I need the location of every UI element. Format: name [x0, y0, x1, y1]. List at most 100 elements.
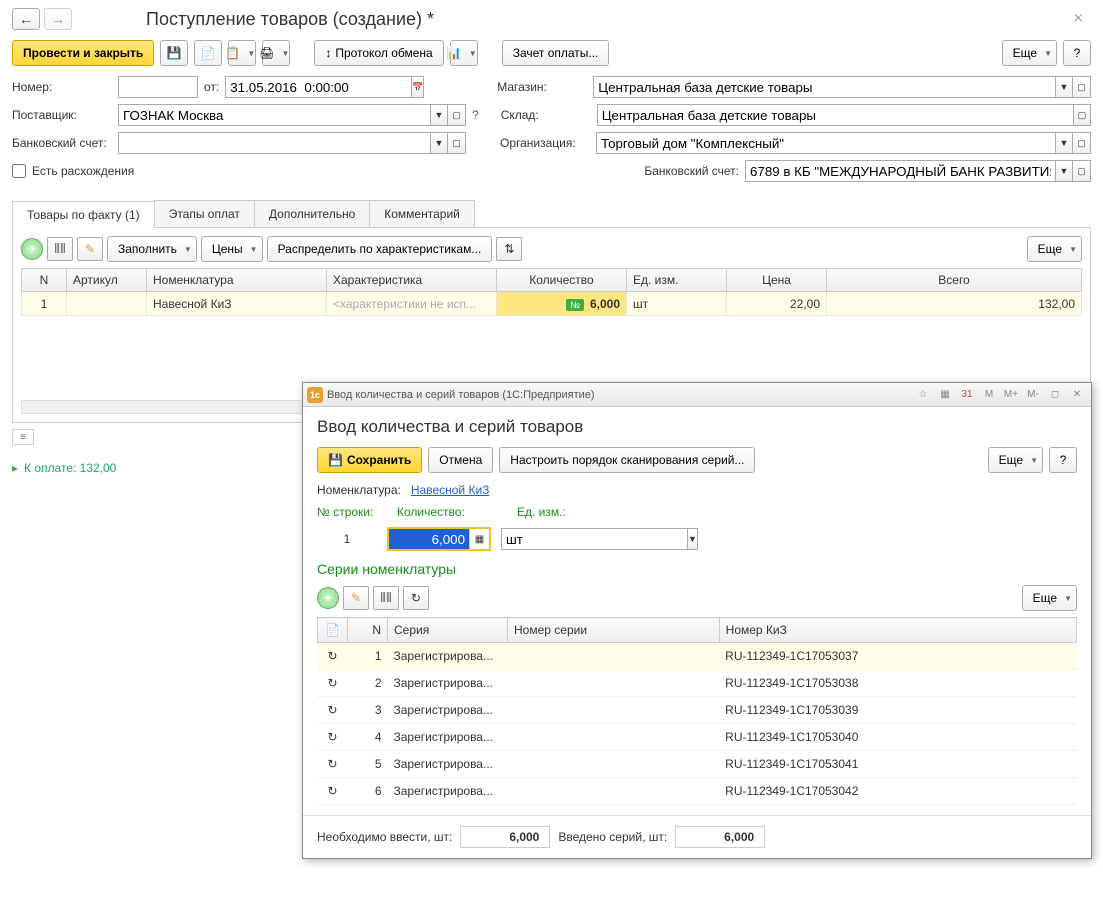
open-icon[interactable]: ▢: [1073, 104, 1091, 126]
store-input[interactable]: [593, 76, 1055, 98]
dialog-title: Ввод количества и серий товаров: [317, 417, 1077, 437]
nav-forward-button[interactable]: →: [44, 8, 72, 30]
supplier-help-icon[interactable]: ?: [472, 108, 479, 122]
status-col-icon[interactable]: 📄: [318, 618, 348, 643]
series-dialog: 1c Ввод количества и серий товаров (1С:П…: [302, 382, 1092, 859]
open-icon[interactable]: ▢: [1073, 132, 1091, 154]
calculator-icon[interactable]: ▦: [469, 529, 489, 549]
quantity-label: Количество:: [397, 505, 507, 519]
series-row[interactable]: ↻ 2 Зарегистрирова... RU-112349-1C170530…: [318, 670, 1077, 697]
series-row[interactable]: ↻ 1 Зарегистрирова... RU-112349-1C170530…: [318, 643, 1077, 670]
add-row-button[interactable]: +: [21, 238, 43, 260]
payment-offset-button[interactable]: Зачет оплаты...: [502, 40, 610, 66]
maximize-icon[interactable]: ◻: [1045, 386, 1065, 404]
sort-icon[interactable]: ⇅: [496, 237, 522, 261]
dialog-help-icon[interactable]: ?: [1049, 447, 1077, 473]
dialog-cancel-button[interactable]: Отмена: [428, 447, 493, 473]
entered-label: Введено серий, шт:: [558, 830, 667, 844]
help-icon[interactable]: ?: [1063, 40, 1091, 66]
series-section-header: Серии номенклатуры: [317, 561, 1077, 577]
nav-back-button[interactable]: ←: [12, 8, 40, 30]
org-label: Организация:: [500, 136, 590, 150]
expand-icon[interactable]: ▸: [12, 461, 18, 475]
warehouse-input[interactable]: [597, 104, 1073, 126]
row-status-icon: ↻: [318, 697, 348, 724]
tab-extra[interactable]: Дополнительно: [254, 200, 370, 227]
date-input[interactable]: [225, 76, 411, 98]
warehouse-label: Склад:: [501, 108, 591, 122]
app-logo-icon: 1c: [307, 387, 323, 403]
dropdown-icon[interactable]: ▼: [430, 132, 448, 154]
dialog-more-button[interactable]: Еще▼: [988, 447, 1043, 473]
report-icon[interactable]: 📊▼: [450, 40, 478, 66]
dropdown-icon[interactable]: ▼: [1055, 132, 1073, 154]
number-input[interactable]: [118, 76, 198, 98]
calendar-icon[interactable]: 31: [957, 386, 977, 404]
mem-m-icon[interactable]: M: [979, 386, 999, 404]
bank-input[interactable]: [118, 132, 430, 154]
series-edit-icon[interactable]: ✎: [343, 586, 369, 610]
open-icon[interactable]: ▢: [448, 132, 466, 154]
calc-icon[interactable]: ▦: [935, 386, 955, 404]
series-barcode-icon[interactable]: ⦀⦀: [373, 586, 399, 610]
row-number-value: 1: [317, 532, 377, 546]
goods-more-button[interactable]: Еще▼: [1027, 236, 1082, 262]
entered-value: 6,000: [675, 826, 765, 848]
favorite-icon[interactable]: ☆: [913, 386, 933, 404]
nomenclature-label: Номенклатура:: [317, 483, 401, 497]
create-based-icon[interactable]: 📋▼: [228, 40, 256, 66]
need-label: Необходимо ввести, шт:: [317, 830, 452, 844]
org-input[interactable]: [596, 132, 1055, 154]
quantity-input-group[interactable]: ▦: [387, 527, 491, 551]
series-row[interactable]: ↻ 3 Зарегистрирова... RU-112349-1C170530…: [318, 697, 1077, 724]
open-icon[interactable]: ▢: [448, 104, 466, 126]
supplier-input[interactable]: [118, 104, 430, 126]
print-icon[interactable]: 🖨▼: [262, 40, 290, 66]
to-pay-link[interactable]: К оплате: 132,00: [24, 461, 116, 475]
exchange-protocol-button[interactable]: ↕ Протокол обмена: [314, 40, 443, 66]
close-icon[interactable]: ×: [1066, 10, 1091, 28]
table-row[interactable]: 1 Навесной КиЗ <характеристики не исп...…: [22, 292, 1082, 316]
mem-mplus-icon[interactable]: M+: [1001, 386, 1021, 404]
bank2-input[interactable]: [745, 160, 1055, 182]
series-row[interactable]: ↻ 4 Зарегистрирова... RU-112349-1C170530…: [318, 724, 1077, 751]
series-row[interactable]: ↻ 6 Зарегистрирова... RU-112349-1C170530…: [318, 778, 1077, 805]
series-refresh-icon[interactable]: ↻: [403, 586, 429, 610]
discrepancy-checkbox[interactable]: Есть расхождения: [12, 164, 134, 178]
prices-button[interactable]: Цены▼: [201, 236, 263, 262]
post-icon[interactable]: 📄: [194, 40, 222, 66]
series-add-button[interactable]: +: [317, 587, 339, 609]
tab-comment[interactable]: Комментарий: [369, 200, 475, 227]
more-button[interactable]: Еще▼: [1002, 40, 1057, 66]
page-title: Поступление товаров (создание) *: [146, 9, 434, 30]
mem-mminus-icon[interactable]: M-: [1023, 386, 1043, 404]
tab-stages[interactable]: Этапы оплат: [154, 200, 255, 227]
barcode-icon[interactable]: ⦀⦀: [47, 237, 73, 261]
dialog-close-icon[interactable]: ✕: [1067, 386, 1087, 404]
qty-badge: №: [566, 299, 584, 311]
post-and-close-button[interactable]: Провести и закрыть: [12, 40, 154, 66]
dropdown-icon[interactable]: ▼: [687, 528, 698, 550]
row-status-icon: ↻: [318, 751, 348, 778]
calendar-icon[interactable]: 📅: [411, 76, 424, 98]
open-icon[interactable]: ▢: [1073, 160, 1091, 182]
unit-label: Ед. изм.:: [517, 505, 566, 519]
nomenclature-link[interactable]: Навесной КиЗ: [411, 483, 490, 497]
fill-button[interactable]: Заполнить▼: [107, 236, 197, 262]
series-more-button[interactable]: Еще▼: [1022, 585, 1077, 611]
dropdown-icon[interactable]: ▼: [430, 104, 448, 126]
quantity-input[interactable]: [389, 529, 469, 549]
save-icon[interactable]: 💾: [160, 40, 188, 66]
configure-scan-button[interactable]: Настроить порядок сканирования серий...: [499, 447, 755, 473]
unit-input[interactable]: [501, 528, 687, 550]
bank2-label: Банковский счет:: [644, 164, 739, 178]
distribute-button[interactable]: Распределить по характеристикам...: [267, 236, 493, 262]
dialog-save-button[interactable]: 💾 Сохранить: [317, 447, 422, 473]
edit-icon[interactable]: ✎: [77, 237, 103, 261]
dropdown-icon[interactable]: ▼: [1055, 160, 1073, 182]
series-row[interactable]: ↻ 5 Зарегистрирова... RU-112349-1C170530…: [318, 751, 1077, 778]
collapse-icon[interactable]: ≡: [12, 429, 34, 445]
dropdown-icon[interactable]: ▼: [1055, 76, 1073, 98]
open-icon[interactable]: ▢: [1073, 76, 1091, 98]
tab-goods[interactable]: Товары по факту (1): [12, 201, 155, 228]
